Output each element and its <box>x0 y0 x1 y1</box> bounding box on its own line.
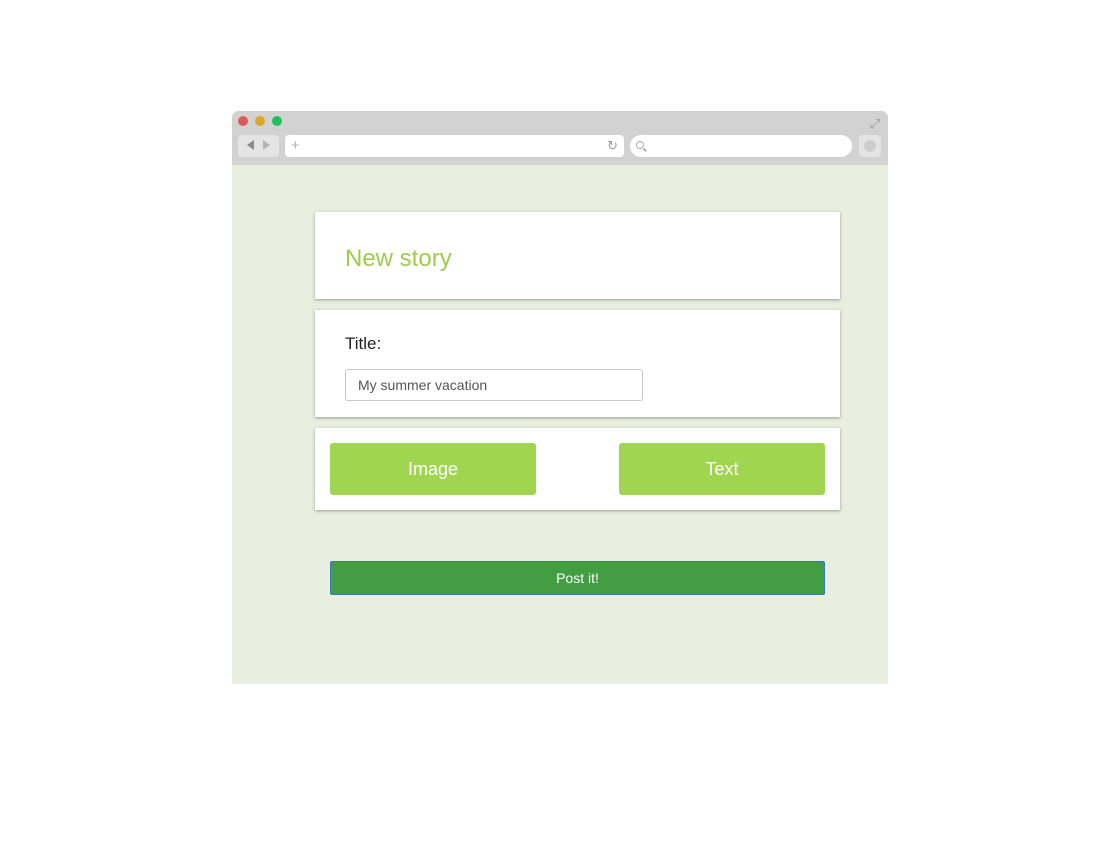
address-bar[interactable]: + ↻ <box>285 135 624 157</box>
post-button[interactable]: Post it! <box>330 561 825 595</box>
title-card: Title: <box>315 310 840 417</box>
navigation-buttons <box>238 135 279 157</box>
extension-icon[interactable] <box>859 135 881 157</box>
search-icon <box>636 141 644 149</box>
back-arrow-icon[interactable] <box>247 140 254 150</box>
maximize-window-button[interactable] <box>272 116 282 126</box>
reload-icon[interactable]: ↻ <box>607 138 618 154</box>
minimize-window-button[interactable] <box>255 116 265 126</box>
title-label: Title: <box>345 334 382 353</box>
close-window-button[interactable] <box>238 116 248 126</box>
header-card: New story <box>315 212 840 299</box>
plus-icon[interactable]: + <box>291 137 300 155</box>
text-button[interactable]: Text <box>619 443 825 495</box>
content-type-card: Image Text <box>315 428 840 510</box>
browser-window: ⤢ + ↻ New story Title: Image Text Post i… <box>232 111 888 684</box>
forward-arrow-icon[interactable] <box>263 140 270 150</box>
browser-toolbar: ⤢ + ↻ <box>232 111 888 165</box>
expand-icon[interactable]: ⤢ <box>868 117 882 131</box>
title-input[interactable] <box>345 369 643 401</box>
browser-search-bar[interactable] <box>630 135 852 157</box>
page-title: New story <box>345 245 452 272</box>
image-button[interactable]: Image <box>330 443 536 495</box>
